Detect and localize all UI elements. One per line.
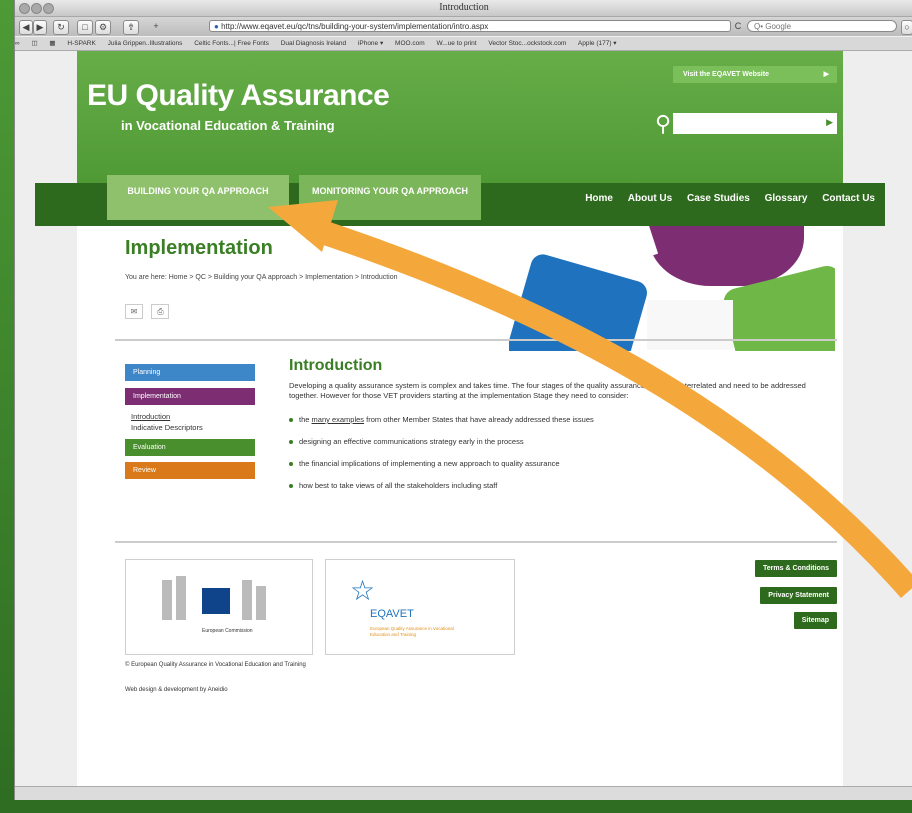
- annotation-arrow-shaft: [306, 216, 912, 598]
- annotation-arrow: [268, 200, 912, 598]
